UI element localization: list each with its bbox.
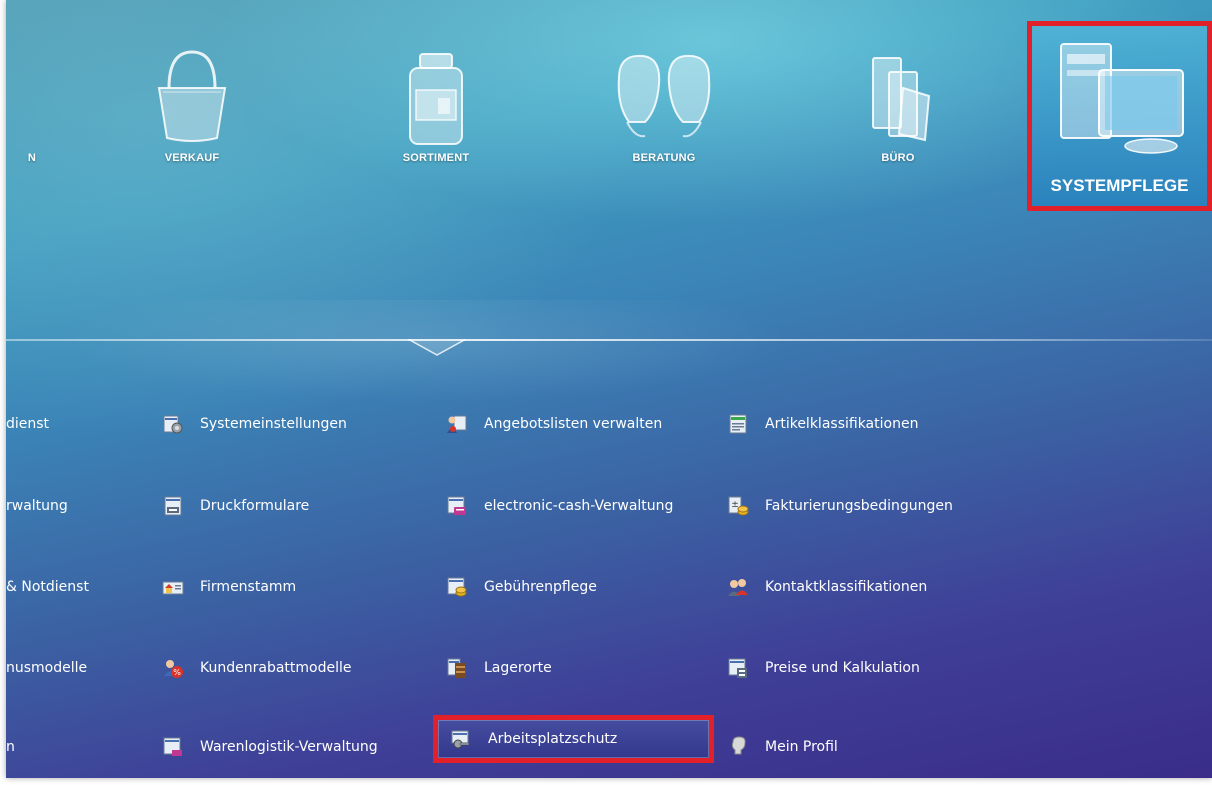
menu-item-col0-2[interactable]: rwaltung: [6, 488, 68, 524]
menu-item-kontaktklassifikationen[interactable]: Kontaktklassifikationen: [727, 569, 927, 605]
tile-beratung-label: BERATUNG: [632, 152, 696, 164]
price-calculation-icon: [728, 658, 747, 678]
tile-systempflege-label: SYSTEMPFLEGE: [1050, 176, 1189, 195]
menu-item-warenlogistik[interactable]: Warenlogistik-Verwaltung: [162, 729, 378, 765]
computer-monitor-icon: [1060, 43, 1184, 154]
tile-verkauf-label: VERKAUF: [164, 152, 220, 164]
menu-item-col0-3[interactable]: & Notdienst: [6, 569, 89, 605]
logistics-window-icon: [163, 737, 182, 756]
svg-text:%: %: [173, 668, 181, 677]
medicine-jar-icon: [409, 53, 463, 145]
section-divider: [6, 339, 1212, 341]
menu-item-firmenstamm[interactable]: Firmenstamm: [162, 569, 296, 605]
menu-item-arbeitsplatzschutz[interactable]: Arbeitsplatzschutz: [433, 715, 714, 763]
menu-item-systemeinstellungen[interactable]: Systemeinstellungen: [162, 406, 347, 442]
menu-item-kundenrabattmodelle[interactable]: % Kundenrabattmodelle: [162, 650, 351, 686]
menu-item-col0-4[interactable]: nusmodelle: [6, 650, 87, 686]
menu-item-artikelklassifikationen[interactable]: Artikelklassifikationen: [727, 406, 918, 442]
menu-item-preise-kalkulation[interactable]: Preise und Kalkulation: [727, 650, 920, 686]
profile-bust-icon: [731, 736, 746, 755]
menu-item-gebuehrenpflege[interactable]: Gebührenpflege: [446, 569, 597, 605]
shopping-bag-icon: [157, 50, 227, 142]
menu-item-mein-profil[interactable]: Mein Profil: [727, 729, 838, 765]
menu-item-col0-1[interactable]: dienst: [6, 406, 49, 442]
tile-partial[interactable]: N: [6, 48, 36, 188]
tile-buero-label: BÜRO: [881, 152, 915, 164]
tile-systempflege[interactable]: SYSTEMPFLEGE: [1027, 21, 1212, 211]
menu-item-lagerorte[interactable]: Lagerorte: [446, 650, 552, 686]
office-binders-icon: [872, 57, 931, 142]
tile-beratung[interactable]: BERATUNG: [584, 48, 744, 188]
contacts-icon: [728, 579, 748, 596]
article-classification-icon: [729, 414, 747, 434]
tile-verkauf[interactable]: VERKAUF: [112, 48, 272, 188]
menu-item-col0-5[interactable]: n: [6, 729, 15, 765]
settings-window-icon: [163, 415, 183, 434]
ec-card-icon: [447, 496, 466, 515]
storage-shelf-icon: [447, 658, 466, 678]
consultation-heads-icon: [617, 54, 711, 138]
offer-lists-icon: [447, 415, 467, 433]
menu-item-angebotslisten[interactable]: Angebotslisten verwalten: [446, 406, 662, 442]
tile-partial-label: N: [27, 152, 36, 164]
tile-buero[interactable]: BÜRO: [818, 48, 978, 188]
print-forms-icon: [164, 496, 182, 516]
billing-terms-icon: ±: [728, 496, 749, 516]
fees-icon: [447, 577, 467, 597]
workstation-lock-icon: [451, 730, 470, 749]
company-house-icon: [162, 581, 184, 595]
menu-item-fakturierungsbedingungen[interactable]: ± Fakturierungsbedingungen: [727, 488, 953, 524]
customer-discount-icon: %: [164, 660, 183, 678]
menu-item-electronic-cash[interactable]: electronic-cash-Verwaltung: [446, 488, 673, 524]
tile-sortiment-label: SORTIMENT: [402, 152, 470, 164]
launcher-screen: N VERKAUF SORTIMENT BERATUNG BÜRO SYSTEM…: [6, 0, 1212, 778]
menu-item-druckformulare[interactable]: Druckformulare: [162, 488, 309, 524]
chevron-down-icon: [408, 339, 466, 356]
tile-sortiment[interactable]: SORTIMENT: [356, 48, 516, 188]
